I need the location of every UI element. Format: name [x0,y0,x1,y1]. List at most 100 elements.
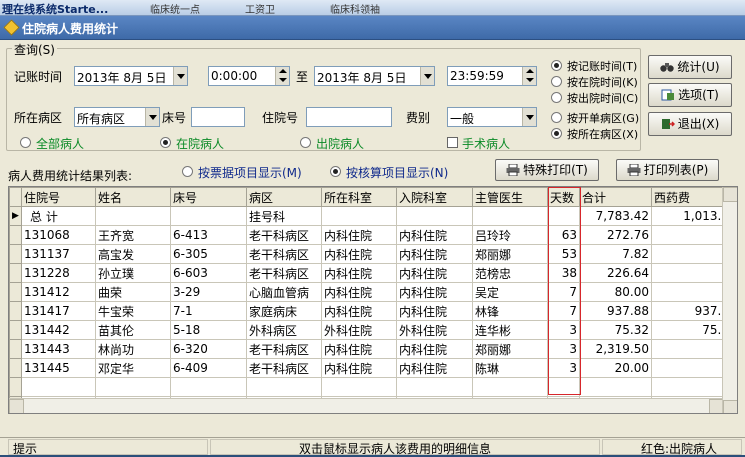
chevron-down-icon[interactable] [145,108,159,126]
chevron-down-icon[interactable] [522,108,536,126]
table-cell-western [651,225,732,245]
table-cell [472,206,548,226]
radio-all-patients[interactable] [20,137,31,148]
taskbar-app-title[interactable]: 理在线系统Starte... [2,1,108,17]
table-cell-western: 75.3 [651,320,732,340]
radio-display-by-document[interactable] [182,166,193,177]
radio-by-in-hospital-time[interactable] [551,76,562,87]
printer-icon [506,163,520,176]
status-hint-label: 提示 [8,439,208,456]
fee-type-select[interactable]: 一般 [447,107,537,127]
column-header[interactable]: 主管医生 [472,187,548,207]
scroll-left-icon[interactable] [9,399,24,413]
table-cell-dept: 内科住院 [321,358,397,378]
start-time-input[interactable]: 0:00:00 [208,66,290,86]
end-time-input[interactable]: 23:59:59 [447,66,537,86]
radio-display-by-accounting[interactable] [330,166,341,177]
table-cell-id: 131417 [21,301,96,321]
column-header[interactable]: 住院号 [21,187,96,207]
print-list-button[interactable]: 打印列表(P) [616,159,719,181]
total-ward: 挂号科 [246,206,322,226]
column-header[interactable]: 病区 [246,187,322,207]
radio-in-hospital[interactable] [160,137,171,148]
stats-label: 统计(U) [677,60,720,74]
surgery-label: 手术病人 [462,137,511,151]
chevron-down-icon[interactable] [420,67,434,85]
row-indicator [9,358,22,378]
table-cell [95,206,171,226]
radio-by-current-ward[interactable] [551,128,562,139]
billing-time-label: 记账时间 [14,70,63,84]
column-header[interactable]: 所在科室 [321,187,397,207]
table-cell-doctor: 陈琳 [472,358,548,378]
radio-discharged[interactable] [300,137,311,148]
start-date-picker[interactable]: 2013年 8月 5日 [74,66,188,86]
status-bar: 提示 双击鼠标显示病人该费用的明细信息 红色:出院病人 [0,437,745,456]
radio-by-order-ward[interactable] [551,112,562,123]
total-row[interactable]: ▶ 总 计 挂号科 7,783.42 1,013.2 [9,206,732,226]
row-indicator [9,301,22,321]
scroll-down-icon[interactable] [723,400,737,413]
table-row[interactable]: 131068 王齐宽 6-413 老干科病区 内科住院 内科住院 吕玲玲 63 272.76 [9,225,732,245]
column-header[interactable]: 合计 [579,187,652,207]
options-label: 选项(T) [678,88,719,102]
ward-value: 所有病区 [77,112,126,126]
checkbox-surgery[interactable] [447,137,458,148]
options-button[interactable]: 选项(T) [648,83,732,107]
taskbar-item[interactable]: 临床科领袖 [330,1,380,16]
total-label: 总 计 [21,206,96,226]
spinner-icon[interactable] [275,67,289,85]
results-label: 病人费用统计结果列表: [8,169,133,183]
spinner-icon[interactable] [522,67,536,85]
table-row[interactable]: 131443 林尚功 6-320 老干科病区 内科住院 内科住院 郑丽娜 3 2,319.50 [9,339,732,359]
table-cell-ward: 老干科病区 [246,263,322,283]
radio-by-billing-time[interactable] [551,60,562,71]
table-cell-ward: 老干科病区 [246,358,322,378]
chevron-down-icon[interactable] [173,67,187,85]
special-print-button[interactable]: 特殊打印(T) [495,159,599,181]
column-header[interactable]: 床号 [170,187,247,207]
table-row[interactable]: 131137 高宝发 6-305 老干科病区 内科住院 内科住院 郑丽娜 53 7.82 [9,244,732,264]
table-cell-total: 75.32 [579,320,652,340]
bed-input[interactable] [191,107,245,127]
column-header[interactable]: 姓名 [95,187,171,207]
admission-no-input[interactable] [306,107,392,127]
table-cell [21,377,96,397]
end-date-picker[interactable]: 2013年 8月 5日 [314,66,435,86]
table-cell-name: 苗其伦 [95,320,171,340]
table-cell-western [651,263,732,283]
table-cell-bed: 7-1 [170,301,247,321]
table-cell-ward: 心脑血管病 [246,282,322,302]
table-cell-days: 7 [547,282,580,302]
column-header[interactable]: 天数 [547,187,580,207]
ward-select[interactable]: 所有病区 [74,107,160,127]
table-row[interactable]: 131445 邓定华 6-409 老干科病区 内科住院 内科住院 陈琳 3 20.00 [9,358,732,378]
exit-button[interactable]: 退出(X) [648,112,732,136]
stats-button[interactable]: 统计(U) [648,55,732,79]
results-grid[interactable]: 住院号 姓名 床号 病区 所在科室 入院科室 主管医生 天数 合计 西药费 ▶ … [8,186,738,414]
table-cell-doctor: 吴定 [472,282,548,302]
table-cell-id: 131443 [21,339,96,359]
window-title: 住院病人费用统计 [22,22,119,36]
scroll-up-icon[interactable] [723,187,737,202]
table-cell-days: 3 [547,358,580,378]
table-row[interactable]: 131412 曲荣 3-29 心脑血管病 内科住院 内科住院 吴定 7 80.00 [9,282,732,302]
table-cell-total: 7.82 [579,244,652,264]
table-cell [396,377,473,397]
taskbar-item[interactable]: 临床统一点 [150,1,200,16]
table-cell [9,377,22,397]
table-cell-bed: 6-305 [170,244,247,264]
table-cell-doctor: 范榜忠 [472,263,548,283]
vertical-scrollbar[interactable] [722,187,737,413]
table-cell [321,377,397,397]
table-row[interactable]: 131442 苗其伦 5-18 外科病区 外科住院 外科住院 连华彬 3 75.32 75.3 [9,320,732,340]
table-cell-ward: 老干科病区 [246,339,322,359]
horizontal-scrollbar[interactable] [9,398,724,413]
table-row[interactable]: 131417 牛宝荣 7-1 家庭病床 内科住院 内科住院 林锋 7 937.88 937.8 [9,301,732,321]
radio-by-discharge-time[interactable] [551,92,562,103]
column-header[interactable]: 西药费 [651,187,732,207]
taskbar-item[interactable]: 工资卫 [245,1,275,16]
column-header[interactable]: 入院科室 [396,187,473,207]
table-row[interactable]: 131228 孙立璞 6-603 老干科病区 内科住院 内科住院 范榜忠 38 226.64 [9,263,732,283]
table-cell-name: 邓定华 [95,358,171,378]
